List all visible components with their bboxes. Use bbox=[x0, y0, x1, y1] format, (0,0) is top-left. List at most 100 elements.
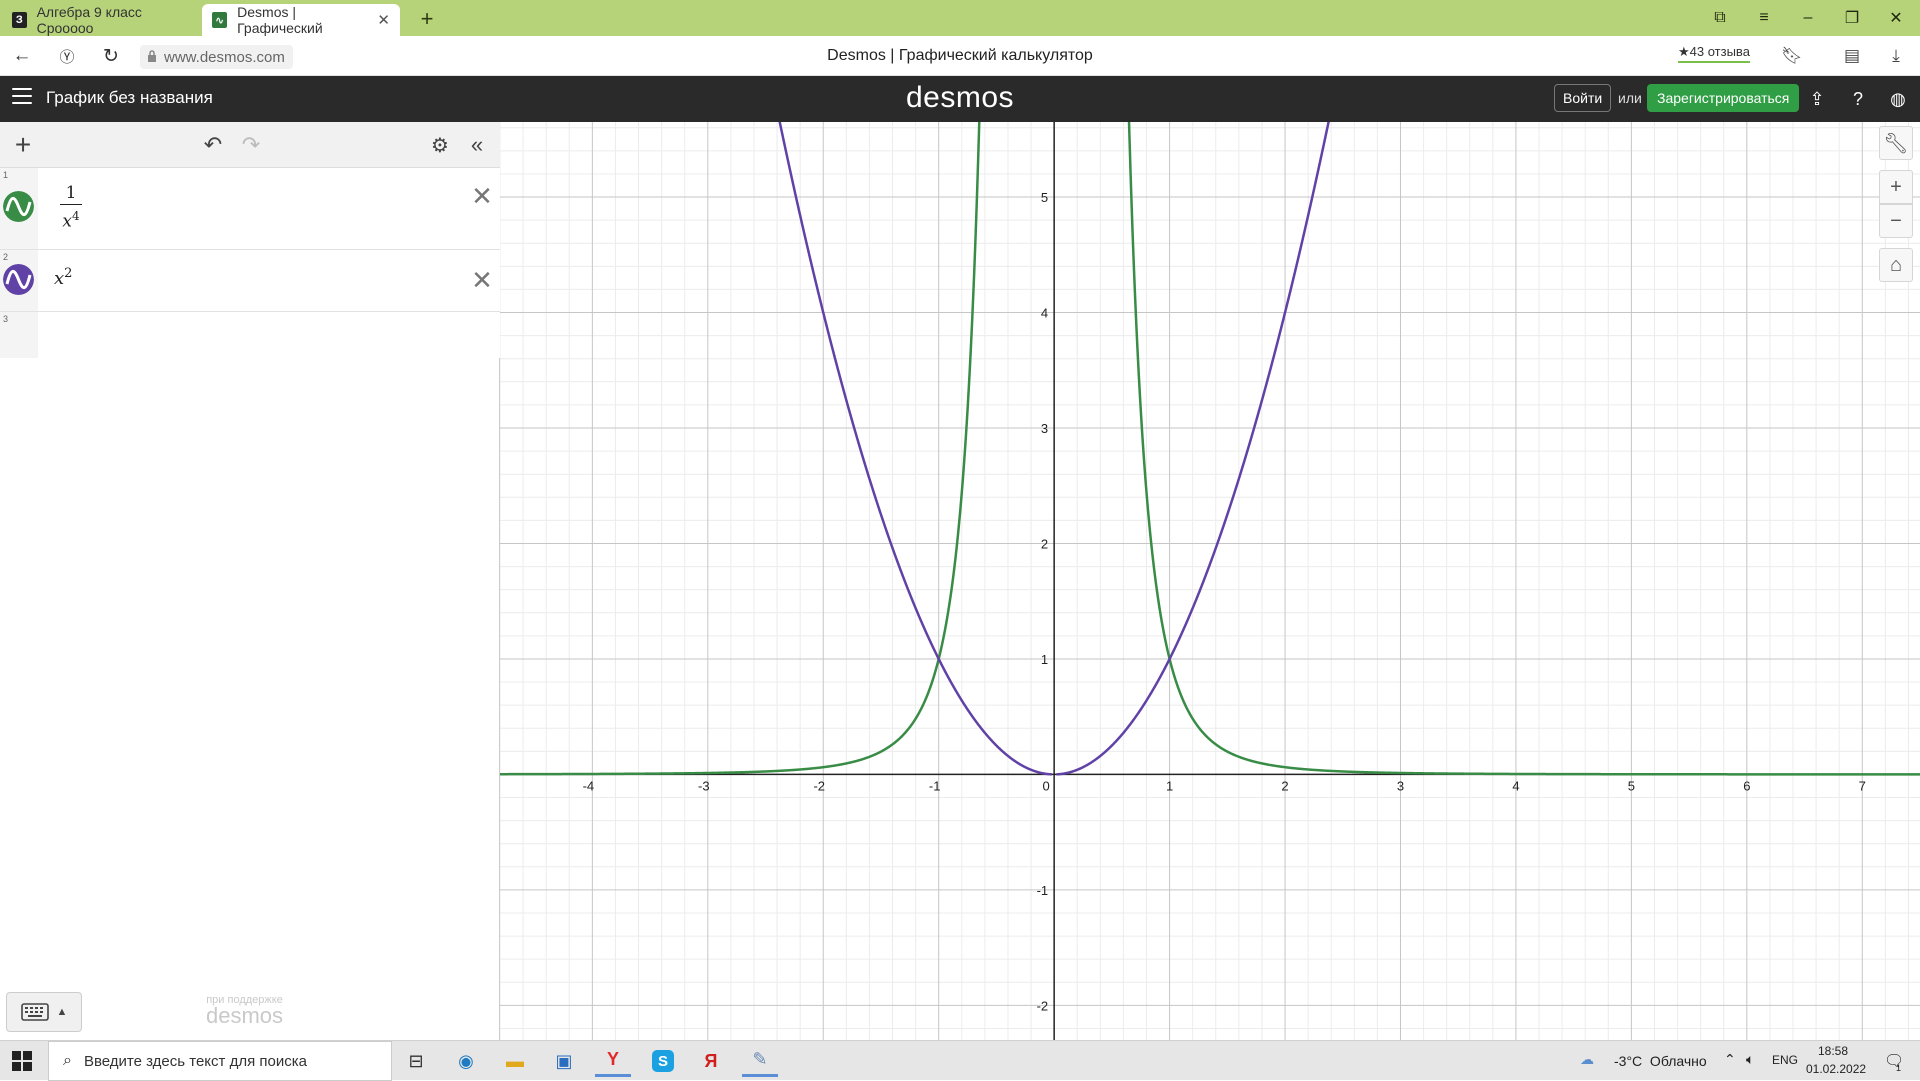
signup-button[interactable]: Зарегистрироваться bbox=[1647, 84, 1800, 112]
fraction-numerator: 1 bbox=[65, 183, 77, 203]
zoom-out-icon[interactable]: − bbox=[1879, 204, 1913, 238]
file-explorer-icon[interactable]: ▬ bbox=[497, 1045, 533, 1077]
x-tick-label: 3 bbox=[1397, 778, 1404, 793]
x-tick-label: 0 bbox=[1043, 778, 1050, 793]
default-view-home-icon[interactable]: ⌂ bbox=[1879, 248, 1913, 282]
expression-row-empty[interactable]: 3 bbox=[0, 312, 500, 358]
y-tick-label: 5 bbox=[1041, 190, 1048, 205]
login-button[interactable]: Войти bbox=[1554, 84, 1612, 112]
volume-icon[interactable]: 🔈︎ bbox=[1746, 1051, 1754, 1068]
yandex-app-icon[interactable]: Я bbox=[693, 1045, 729, 1077]
restore-icon[interactable]: ❐ bbox=[1838, 6, 1866, 30]
paint-app-icon[interactable]: ✎ bbox=[742, 1045, 778, 1077]
search-icon: ⌕ bbox=[63, 1052, 72, 1069]
expression-panel: + ↶ ↷ ⚙ « 1 1 x4 ✕ 2 x2 ✕ 3 ▲ при поддер… bbox=[0, 122, 500, 1042]
desmos-favicon-icon: ∿ bbox=[212, 12, 228, 28]
browser-tab-bar: З Алгебра 9 класс Срооооо ∿ Desmos | Гра… bbox=[0, 0, 1920, 36]
browser-menu-icon[interactable]: ≡ bbox=[1750, 6, 1778, 30]
expression-number: 1 bbox=[3, 170, 9, 180]
or-label: или bbox=[1618, 90, 1642, 106]
share-icon[interactable]: ⇪ bbox=[1805, 87, 1829, 111]
tab-algebra[interactable]: З Алгебра 9 класс Срооооо bbox=[2, 4, 198, 36]
x-tick-label: 1 bbox=[1166, 778, 1173, 793]
graph-canvas[interactable]: -4 -3 -2 -1 0 1 2 3 4 5 6 7 -2 -1 1 2 3 4 5 bbox=[500, 122, 1920, 1040]
close-tab-icon[interactable]: ✕ bbox=[377, 11, 390, 29]
power-base: x bbox=[54, 268, 65, 289]
page-title: Desmos | Графический калькулятор bbox=[827, 47, 1093, 64]
x-tick-label: -3 bbox=[698, 778, 710, 793]
weather-cloud-icon: ☁︎ bbox=[1580, 1051, 1594, 1067]
clock-date[interactable]: 01.02.2022 bbox=[1806, 1062, 1866, 1076]
expression-toolbar: + ↶ ↷ ⚙ « bbox=[0, 122, 500, 168]
expression-row[interactable]: 1 1 x4 ✕ bbox=[0, 168, 500, 250]
tab-title: Desmos | Графический bbox=[237, 4, 323, 36]
graph-toggle-icon[interactable] bbox=[3, 264, 34, 295]
bookmark-icon[interactable]: 🔖︎ bbox=[1780, 44, 1804, 68]
fraction-denominator-base: x bbox=[62, 211, 72, 232]
y-tick-label: 2 bbox=[1041, 536, 1048, 551]
y-tick-label: 1 bbox=[1041, 652, 1048, 667]
add-item-icon[interactable]: + bbox=[10, 129, 36, 160]
powered-by-desmos: при поддержке desmos bbox=[206, 994, 284, 1028]
delete-expression-icon[interactable]: ✕ bbox=[470, 181, 494, 211]
language-globe-icon[interactable]: ◍ bbox=[1886, 87, 1910, 111]
x-tick-label: -1 bbox=[929, 778, 941, 793]
notifications-icon[interactable]: 🗨︎ bbox=[1884, 1051, 1904, 1071]
graph-settings-wrench-icon[interactable]: 🔧︎ bbox=[1879, 126, 1913, 160]
system-tray: ☁︎ -3°C Облачно ⌃ 🔈︎ ENG 18:58 01.02.202… bbox=[1580, 1041, 1920, 1081]
edge-browser-icon[interactable]: ◉ bbox=[448, 1045, 484, 1077]
bookmarks-panel-icon[interactable]: ⧉ bbox=[1706, 6, 1734, 30]
keyboard-icon bbox=[20, 1003, 49, 1021]
caret-up-icon: ▲ bbox=[56, 1006, 68, 1018]
collections-icon[interactable]: ▤ bbox=[1840, 44, 1864, 68]
clock-time[interactable]: 18:58 bbox=[1818, 1044, 1848, 1058]
expression-row[interactable]: 2 x2 ✕ bbox=[0, 250, 500, 312]
download-icon[interactable]: ⤓ bbox=[1884, 44, 1908, 68]
reviews-link[interactable]: ★43 отзыва bbox=[1678, 44, 1750, 63]
minimize-icon[interactable]: – bbox=[1794, 6, 1822, 30]
x-tick-label: 6 bbox=[1743, 778, 1750, 793]
store-icon[interactable]: ▣ bbox=[546, 1045, 582, 1077]
x-tick-label: 7 bbox=[1859, 778, 1866, 793]
help-icon[interactable]: ? bbox=[1846, 87, 1870, 111]
delete-expression-icon[interactable]: ✕ bbox=[470, 265, 494, 295]
expression-number: 2 bbox=[3, 252, 9, 262]
expression-number: 3 bbox=[3, 314, 9, 324]
desmos-header: График без названия desmos Войти или Зар… bbox=[0, 76, 1920, 122]
undo-icon[interactable]: ↶ bbox=[200, 132, 226, 158]
new-tab-button[interactable]: + bbox=[414, 6, 440, 32]
graph-toggle-icon[interactable] bbox=[3, 191, 34, 222]
windows-taskbar: ⌕ Введите здесь текст для поиска ⊟ ◉ ▬ ▣… bbox=[0, 1040, 1920, 1081]
graph-paper[interactable]: -4 -3 -2 -1 0 1 2 3 4 5 6 7 -2 -1 1 2 3 4 5 bbox=[500, 122, 1920, 1040]
tab-favicon-icon: З bbox=[12, 12, 27, 28]
x-tick-label: 4 bbox=[1512, 778, 1519, 793]
search-placeholder: Введите здесь текст для поиска bbox=[83, 1052, 307, 1070]
x-tick-label: -2 bbox=[813, 778, 825, 793]
y-tick-label: -2 bbox=[1037, 998, 1049, 1013]
fraction-denominator-exp: 4 bbox=[71, 209, 80, 223]
settings-gear-icon[interactable]: ⚙ bbox=[427, 132, 453, 158]
task-view-icon[interactable]: ⊟ bbox=[398, 1045, 434, 1077]
close-window-icon[interactable]: ✕ bbox=[1882, 6, 1910, 30]
x-tick-label: 2 bbox=[1281, 778, 1288, 793]
yandex-browser-icon[interactable]: Y bbox=[595, 1045, 631, 1077]
tab-title: Алгебра 9 класс Срооооо bbox=[36, 4, 142, 36]
expression-math[interactable]: 1 x4 bbox=[56, 184, 86, 231]
zoom-in-icon[interactable]: + bbox=[1879, 170, 1913, 204]
power-exp: 2 bbox=[64, 266, 73, 281]
y-tick-label: 3 bbox=[1041, 421, 1048, 436]
language-indicator[interactable]: ENG bbox=[1772, 1053, 1798, 1067]
collapse-panel-icon[interactable]: « bbox=[464, 132, 490, 158]
tray-chevron-icon[interactable]: ⌃ bbox=[1724, 1051, 1736, 1068]
y-tick-label: -1 bbox=[1037, 883, 1049, 898]
y-tick-label: 4 bbox=[1041, 306, 1048, 321]
redo-icon[interactable]: ↷ bbox=[238, 132, 264, 158]
skype-icon[interactable]: S bbox=[645, 1045, 681, 1077]
powered-by-logo: desmos bbox=[206, 1003, 284, 1028]
tab-desmos[interactable]: ∿ Desmos | Графический ✕ bbox=[202, 4, 400, 36]
expression-math[interactable]: x2 bbox=[54, 266, 72, 289]
taskbar-search-box[interactable]: ⌕ Введите здесь текст для поиска bbox=[48, 1041, 392, 1081]
weather-text[interactable]: -3°C Облачно bbox=[1614, 1053, 1707, 1069]
windows-start-icon[interactable] bbox=[12, 1051, 32, 1071]
keyboard-toggle-button[interactable]: ▲ bbox=[6, 992, 82, 1032]
